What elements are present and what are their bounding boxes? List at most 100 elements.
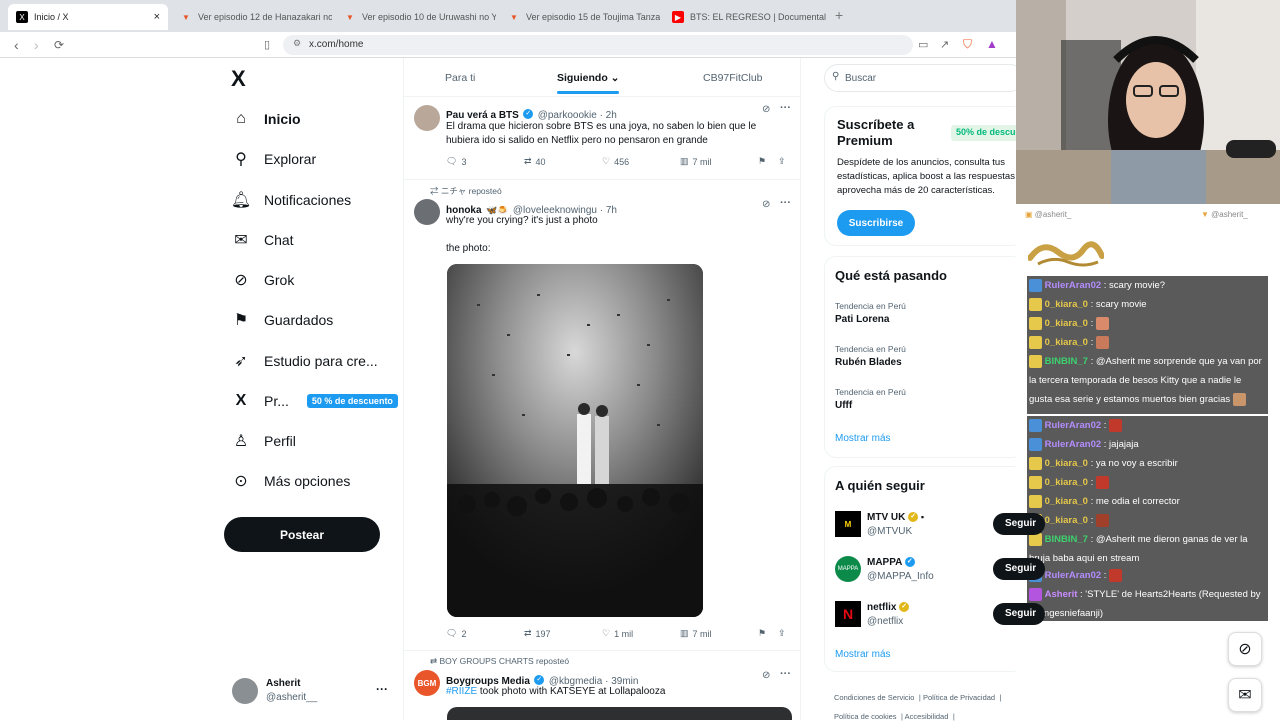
nav-estudio[interactable]: ➶ Estudio para cre...: [232, 346, 377, 376]
account-switcher[interactable]: Asherit @asherit__ ···: [232, 678, 392, 708]
grok-explain-icon[interactable]: ⊘: [762, 670, 770, 681]
subscribe-button[interactable]: Suscribirse: [837, 210, 915, 236]
nav-mas-opciones[interactable]: ⊙ Más opciones: [232, 466, 350, 496]
back-icon[interactable]: ‹: [14, 37, 19, 53]
follow-button-netflix[interactable]: Seguir: [993, 603, 1045, 625]
nav-notificaciones[interactable]: 🔔︎ Notificaciones: [231, 185, 351, 215]
address-bar[interactable]: ⚙ x.com/home: [283, 35, 913, 55]
retweet-button[interactable]: ⇄ 40: [524, 156, 602, 167]
chat-message: RulerAran02 :: [1027, 566, 1268, 585]
bookmark-page-icon[interactable]: ▯: [264, 38, 270, 51]
tweet-3[interactable]: ⇄ BOY GROUPS CHARTS reposteó BGM Boygrou…: [404, 651, 800, 720]
chat-username[interactable]: Asherit: [1045, 589, 1078, 600]
hashtag-link[interactable]: #RIIZE: [446, 686, 477, 697]
chat-username[interactable]: 0_kiara_0: [1045, 299, 1088, 310]
chat-username[interactable]: 0_kiara_0: [1045, 337, 1088, 348]
chat-username[interactable]: 0_kiara_0: [1045, 318, 1088, 329]
nav-inicio[interactable]: ⌂ Inicio: [232, 104, 300, 134]
cast-icon[interactable]: ▭: [918, 38, 928, 51]
trend-item[interactable]: Tendencia en Perú Rubén Blades: [835, 344, 906, 368]
chat-username[interactable]: 0_kiara_0: [1045, 458, 1088, 469]
nav-label: Explorar: [264, 151, 317, 167]
brave-rewards-icon[interactable]: ▲: [986, 37, 998, 51]
close-tab-icon[interactable]: ×: [154, 11, 160, 23]
trends-card: Qué está pasando Tendencia en Perú Pati …: [824, 256, 1024, 458]
new-tab-button[interactable]: +: [835, 7, 843, 23]
account-more-icon[interactable]: ···: [376, 682, 388, 696]
messages-floating-button[interactable]: ✉: [1228, 678, 1262, 712]
post-button[interactable]: Postear: [224, 517, 380, 552]
account-handle: @asherit__: [266, 692, 318, 703]
badge-icon: [1029, 475, 1042, 489]
site-info-icon[interactable]: ⚙: [293, 38, 301, 49]
nav-premium[interactable]: X Pr... 50 % de descuento: [232, 386, 398, 416]
nav-perfil[interactable]: ♙ Perfil: [232, 426, 296, 456]
tab-siguiendo[interactable]: Siguiendo ⌄: [557, 72, 619, 84]
tweet-2[interactable]: ⇄ ニチャ reposteó honoka 🦋🍮 @loveleeknowing…: [404, 180, 800, 650]
nav-grok[interactable]: ⊘ Grok: [232, 265, 294, 295]
repost-label: ニチャ reposteó: [440, 186, 502, 196]
footer-link[interactable]: Condiciones de Servicio: [834, 693, 914, 702]
tab-episode-10[interactable]: ▼ Ver episodio 10 de Uruwashi no Yoi no: [336, 4, 496, 30]
like-button[interactable]: ♡ 456: [602, 156, 680, 167]
verified-icon: ✓: [534, 674, 545, 685]
follow-button-mappa[interactable]: Seguir: [993, 558, 1045, 580]
tab-title: BTS: EL REGRESO | Documental | Tráiler: [690, 12, 829, 22]
views-button[interactable]: ▥ 7 mil: [680, 156, 758, 167]
show-more-follow-link[interactable]: Mostrar más: [835, 649, 891, 660]
reply-button[interactable]: 🗨︎ 2: [446, 628, 524, 639]
trend-item[interactable]: Tendencia en Perú Ufff: [835, 387, 906, 411]
more-icon[interactable]: ···: [780, 197, 791, 209]
tab-youtube-bts[interactable]: ▶ BTS: EL REGRESO | Documental | Tráiler: [664, 4, 829, 30]
share-icon[interactable]: ↗: [940, 38, 949, 51]
tweet-1[interactable]: Pau verá a BTS ✓ @parkoookie · 2h ⊘ ··· …: [404, 97, 800, 179]
search-input[interactable]: ⚲ Buscar: [824, 64, 1024, 92]
brave-shield-icon[interactable]: ⛉: [963, 37, 972, 52]
chat-username[interactable]: BINBIN_7: [1045, 356, 1088, 367]
trend-item[interactable]: Tendencia en Perú Pati Lorena: [835, 301, 906, 325]
chat-text: :: [1090, 477, 1094, 488]
retweet-button[interactable]: ⇄ 197: [524, 628, 602, 639]
tab-title: Ver episodio 15 de Toujima Tanzaburo: [526, 12, 660, 22]
grok-floating-button[interactable]: ⊘: [1228, 632, 1262, 666]
chat-username[interactable]: RulerAran02: [1045, 280, 1102, 291]
account-name: MAPPA: [867, 557, 902, 568]
gold-verified-icon: ✓: [908, 512, 919, 523]
share-button[interactable]: ⇪: [778, 628, 786, 639]
tweet-photo[interactable]: [447, 264, 703, 617]
tab-episode-12[interactable]: ▼ Ver episodio 12 de Hanazakari no Kimi: [172, 4, 332, 30]
nav-guardados[interactable]: ⚑ Guardados: [232, 305, 333, 335]
chat-text: : ya no voy a escribir: [1090, 458, 1178, 469]
more-icon[interactable]: ···: [780, 668, 791, 680]
bookmark-button[interactable]: ⚑: [758, 628, 778, 639]
forward-icon[interactable]: ›: [34, 37, 39, 53]
footer-link[interactable]: Política de Privacidad: [923, 693, 995, 702]
grok-explain-icon[interactable]: ⊘: [762, 104, 770, 115]
reply-button[interactable]: 🗨︎ 3: [446, 156, 524, 167]
x-logo-icon[interactable]: X: [231, 66, 246, 92]
chat-username[interactable]: RulerAran02: [1045, 570, 1102, 581]
tab-cb97fitclub[interactable]: CB97FitClub: [703, 72, 763, 84]
follow-button-mtv[interactable]: Seguir: [993, 513, 1045, 535]
chat-username[interactable]: 0_kiara_0: [1045, 496, 1088, 507]
like-button[interactable]: ♡ 1 mil: [602, 628, 680, 639]
chat-username[interactable]: BINBIN_7: [1045, 534, 1088, 545]
tab-episode-15[interactable]: ▼ Ver episodio 15 de Toujima Tanzaburo: [500, 4, 660, 30]
chat-username[interactable]: RulerAran02: [1045, 439, 1102, 450]
share-button[interactable]: ⇪: [778, 156, 786, 167]
views-button[interactable]: ▥ 7 mil: [680, 628, 758, 639]
tab-para-ti[interactable]: Para ti: [445, 72, 475, 84]
reload-icon[interactable]: ⟳: [54, 38, 64, 52]
more-icon[interactable]: ···: [780, 102, 791, 114]
tweet-photo[interactable]: [447, 707, 792, 720]
nav-chat[interactable]: ✉ Chat: [232, 225, 293, 255]
chat-username[interactable]: 0_kiara_0: [1045, 477, 1088, 488]
social-handle: @asherit_: [1211, 210, 1248, 219]
nav-explorar[interactable]: ⚲ Explorar: [232, 144, 316, 174]
grok-explain-icon[interactable]: ⊘: [762, 199, 770, 210]
chat-username[interactable]: RulerAran02: [1045, 420, 1102, 431]
tab-inicio-x[interactable]: X Inicio / X ×: [8, 4, 168, 30]
show-more-trends-link[interactable]: Mostrar más: [835, 433, 891, 444]
chat-username[interactable]: 0_kiara_0: [1045, 515, 1088, 526]
bookmark-button[interactable]: ⚑: [758, 156, 778, 167]
